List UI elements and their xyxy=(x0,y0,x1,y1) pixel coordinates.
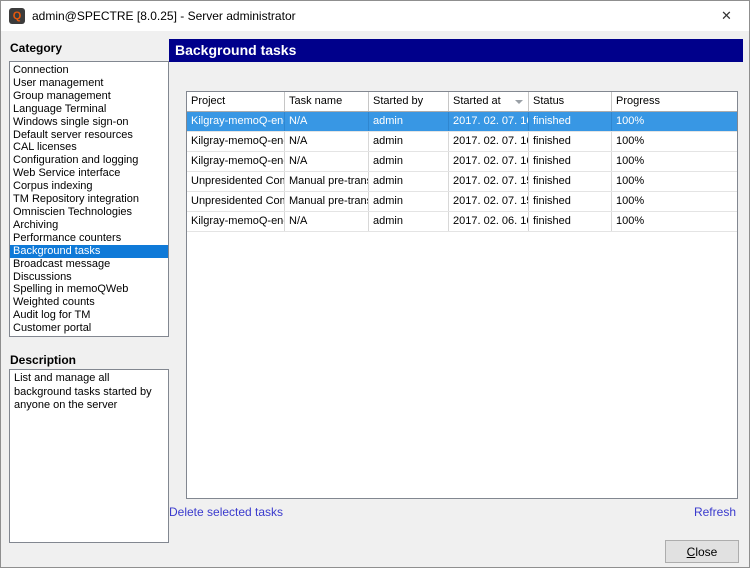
cell-started-at: 2017. 02. 07. 16:... xyxy=(449,112,529,131)
description-text: List and manage all background tasks sta… xyxy=(14,372,164,413)
close-button[interactable]: Close xyxy=(665,540,739,563)
category-item-spelling-in-memoqweb[interactable]: Spelling in memoQWeb xyxy=(10,283,168,296)
cell-started-by: admin xyxy=(369,212,449,231)
cell-project: Kilgray-memoQ-en-hu4 xyxy=(187,212,285,231)
cell-task-name: N/A xyxy=(285,212,369,231)
cell-started-at: 2017. 02. 06. 16:... xyxy=(449,212,529,231)
memoq-app-icon: Q xyxy=(9,8,25,24)
window-close-button[interactable]: ✕ xyxy=(704,1,749,31)
category-item-omniscien-technologies[interactable]: Omniscien Technologies xyxy=(10,206,168,219)
category-item-background-tasks[interactable]: Background tasks xyxy=(10,245,168,258)
delete-selected-tasks-link[interactable]: Delete selected tasks xyxy=(169,505,283,519)
category-item-language-terminal[interactable]: Language Terminal xyxy=(10,103,168,116)
cell-status: finished xyxy=(529,172,612,191)
cell-task-name: Manual pre-transl... xyxy=(285,192,369,211)
category-item-cal-licenses[interactable]: CAL licenses xyxy=(10,141,168,154)
category-item-user-management[interactable]: User management xyxy=(10,77,168,90)
column-header-task-name[interactable]: Task name xyxy=(285,92,369,111)
category-item-default-server-resources[interactable]: Default server resources xyxy=(10,129,168,142)
cell-started-by: admin xyxy=(369,192,449,211)
category-item-archiving[interactable]: Archiving xyxy=(10,219,168,232)
category-item-customer-portal[interactable]: Customer portal xyxy=(10,322,168,335)
category-item-weighted-counts[interactable]: Weighted counts xyxy=(10,296,168,309)
category-item-audit-log-for-tm[interactable]: Audit log for TM xyxy=(10,309,168,322)
cell-progress: 100% xyxy=(612,172,738,191)
category-item-tm-repository-integration[interactable]: TM Repository integration xyxy=(10,193,168,206)
refresh-link[interactable]: Refresh xyxy=(694,505,736,519)
cell-progress: 100% xyxy=(612,192,738,211)
cell-started-by: admin xyxy=(369,152,449,171)
cell-progress: 100% xyxy=(612,132,738,151)
cell-started-at: 2017. 02. 07. 15:... xyxy=(449,192,529,211)
table-row[interactable]: Kilgray-memoQ-en-hu2 N/A admin 2017. 02.… xyxy=(187,152,737,172)
category-item-configuration-and-logging[interactable]: Configuration and logging xyxy=(10,154,168,167)
table-header-row: Project Task name Started by Started at … xyxy=(187,92,737,112)
category-item-windows-single-sign-on[interactable]: Windows single sign-on xyxy=(10,116,168,129)
category-item-discussions[interactable]: Discussions xyxy=(10,271,168,284)
category-item-group-management[interactable]: Group management xyxy=(10,90,168,103)
cell-started-by: admin xyxy=(369,172,449,191)
column-header-project[interactable]: Project xyxy=(187,92,285,111)
cell-started-by: admin xyxy=(369,132,449,151)
column-header-progress[interactable]: Progress xyxy=(612,92,738,111)
page-title: Background tasks xyxy=(169,39,743,62)
close-button-label: Close xyxy=(687,545,718,559)
column-header-started-at-label: Started at xyxy=(453,95,501,107)
table-row[interactable]: Kilgray-memoQ-en-hu3 N/A admin 2017. 02.… xyxy=(187,112,737,132)
cell-project: Kilgray-memoQ-en-hu xyxy=(187,132,285,151)
cell-task-name: Manual pre-transl... xyxy=(285,172,369,191)
cell-started-at: 2017. 02. 07. 15:... xyxy=(449,172,529,191)
description-box: List and manage all background tasks sta… xyxy=(9,369,169,543)
cell-status: finished xyxy=(529,212,612,231)
cell-project: Kilgray-memoQ-en-hu2 xyxy=(187,152,285,171)
cell-progress: 100% xyxy=(612,112,738,131)
table-row[interactable]: Unpresidented Company-... Manual pre-tra… xyxy=(187,172,737,192)
category-item-connection[interactable]: Connection xyxy=(10,64,168,77)
app-icon-glyph: Q xyxy=(13,11,22,22)
cell-progress: 100% xyxy=(612,212,738,231)
table-row[interactable]: Kilgray-memoQ-en-hu4 N/A admin 2017. 02.… xyxy=(187,212,737,232)
cell-progress: 100% xyxy=(612,152,738,171)
column-header-started-by[interactable]: Started by xyxy=(369,92,449,111)
cell-status: finished xyxy=(529,132,612,151)
category-item-broadcast-message[interactable]: Broadcast message xyxy=(10,258,168,271)
cell-task-name: N/A xyxy=(285,112,369,131)
close-icon: ✕ xyxy=(721,8,732,24)
column-header-started-at[interactable]: Started at xyxy=(449,92,529,111)
category-item-corpus-indexing[interactable]: Corpus indexing xyxy=(10,180,168,193)
tasks-table: Project Task name Started by Started at … xyxy=(186,91,738,499)
cell-task-name: N/A xyxy=(285,132,369,151)
cell-started-at: 2017. 02. 07. 16:... xyxy=(449,152,529,171)
server-administrator-window: Q admin@SPECTRE [8.0.25] - Server admini… xyxy=(0,0,750,568)
title-bar: Q admin@SPECTRE [8.0.25] - Server admini… xyxy=(1,1,749,31)
cell-status: finished xyxy=(529,192,612,211)
category-item-performance-counters[interactable]: Performance counters xyxy=(10,232,168,245)
cell-project: Kilgray-memoQ-en-hu3 xyxy=(187,112,285,131)
description-label: Description xyxy=(10,353,76,367)
cell-task-name: N/A xyxy=(285,152,369,171)
table-row[interactable]: Kilgray-memoQ-en-hu N/A admin 2017. 02. … xyxy=(187,132,737,152)
table-row[interactable]: Unpresidented Company-... Manual pre-tra… xyxy=(187,192,737,212)
sort-descending-icon xyxy=(515,100,523,104)
cell-project: Unpresidented Company-... xyxy=(187,172,285,191)
window-title: admin@SPECTRE [8.0.25] - Server administ… xyxy=(32,9,296,23)
cell-status: finished xyxy=(529,152,612,171)
cell-status: finished xyxy=(529,112,612,131)
cell-started-by: admin xyxy=(369,112,449,131)
category-list: Connection User management Group managem… xyxy=(9,61,169,337)
column-header-status[interactable]: Status xyxy=(529,92,612,111)
category-item-web-service-interface[interactable]: Web Service interface xyxy=(10,167,168,180)
cell-started-at: 2017. 02. 07. 16:... xyxy=(449,132,529,151)
cell-project: Unpresidented Company-... xyxy=(187,192,285,211)
category-label: Category xyxy=(10,41,62,55)
